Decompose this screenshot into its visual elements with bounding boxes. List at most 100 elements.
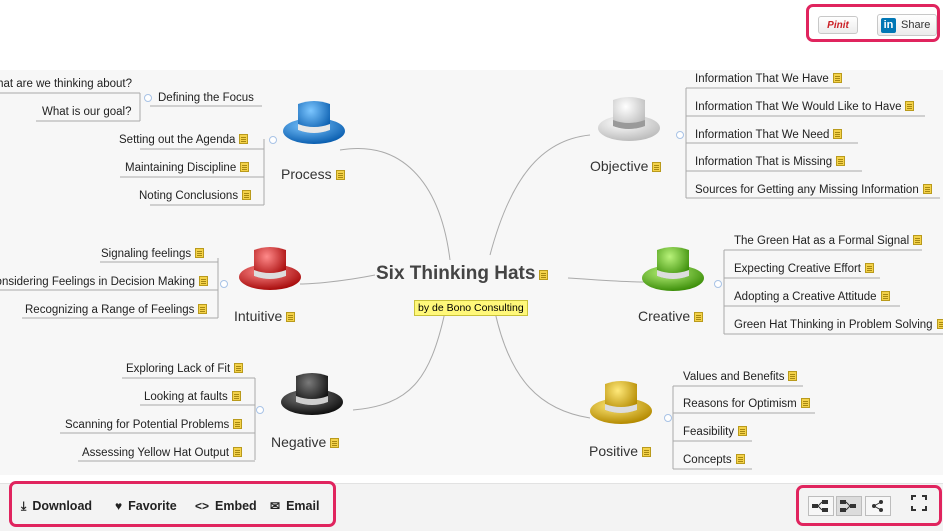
linkedin-share-label: Share xyxy=(901,19,931,31)
leaf-text: Information That is Missing xyxy=(695,156,833,168)
note-icon[interactable] xyxy=(836,156,846,166)
note-icon[interactable] xyxy=(240,162,250,172)
leaf-concepts[interactable]: Concepts xyxy=(683,453,745,467)
leaf-defining-focus[interactable]: Defining the Focus xyxy=(158,91,254,105)
note-icon[interactable] xyxy=(800,398,810,408)
leaf-what-goal[interactable]: What is our goal? xyxy=(42,105,132,119)
branch-objective[interactable]: Objective xyxy=(590,158,662,174)
embed-button[interactable]: <> Embed xyxy=(195,499,257,513)
central-topic[interactable]: Six Thinking Hats xyxy=(376,263,549,285)
leaf-text: Information That We Need xyxy=(695,129,830,141)
branch-label: Process xyxy=(281,166,332,182)
branch-negative[interactable]: Negative xyxy=(271,434,340,450)
note-icon[interactable] xyxy=(694,312,704,322)
note-icon[interactable] xyxy=(880,291,890,301)
favorite-label: Favorite xyxy=(128,499,177,513)
leaf-what-thinking[interactable]: What are we thinking about? xyxy=(0,77,132,91)
leaf-agenda[interactable]: Setting out the Agenda xyxy=(119,133,249,147)
leaf-recognizing[interactable]: Recognizing a Range of Feelings xyxy=(25,303,208,317)
leaf-info-missing[interactable]: Information That is Missing xyxy=(695,155,846,169)
note-icon[interactable] xyxy=(199,276,208,286)
leaf-text: Expecting Creative Effort xyxy=(734,263,861,275)
leaf-assessing[interactable]: Assessing Yellow Hat Output xyxy=(82,446,243,460)
subtitle-label: by de Bono Consulting xyxy=(414,300,528,316)
leaf-text: Adopting a Creative Attitude xyxy=(734,291,877,303)
leaf-text: Looking at faults xyxy=(144,391,228,403)
leaf-creative-effort[interactable]: Expecting Creative Effort xyxy=(734,262,874,276)
note-icon[interactable] xyxy=(738,426,748,436)
layout-balanced-button[interactable] xyxy=(836,496,862,516)
branch-label: Positive xyxy=(589,443,639,459)
note-icon[interactable] xyxy=(233,447,243,457)
leaf-considering[interactable]: Considering Feelings in Decision Making xyxy=(0,275,208,289)
leaf-text: Feasibility xyxy=(683,426,735,438)
note-icon[interactable] xyxy=(922,184,932,194)
leaf-info-have[interactable]: Information That We Have xyxy=(695,72,842,86)
note-icon[interactable] xyxy=(330,438,340,448)
note-icon[interactable] xyxy=(913,235,923,245)
download-button[interactable]: ⤓ Download xyxy=(21,499,92,514)
leaf-signaling[interactable]: Signaling feelings xyxy=(101,247,205,261)
layout-left-button[interactable] xyxy=(808,496,834,516)
branch-intuitive[interactable]: Intuitive xyxy=(234,308,296,324)
leaf-info-sources[interactable]: Sources for Getting any Missing Informat… xyxy=(695,183,932,197)
leaf-feasibility[interactable]: Feasibility xyxy=(683,425,748,439)
leaf-text: Scanning for Potential Problems xyxy=(65,419,230,431)
pinit-button[interactable]: Pinit xyxy=(818,16,858,34)
white-hat-icon xyxy=(598,97,660,141)
leaf-text: The Green Hat as a Formal Signal xyxy=(734,235,910,247)
leaf-text: Noting Conclusions xyxy=(139,190,239,202)
leaf-conclusions[interactable]: Noting Conclusions xyxy=(139,189,252,203)
leaf-green-problem[interactable]: Green Hat Thinking in Problem Solving xyxy=(734,318,943,332)
envelope-icon: ✉ xyxy=(270,499,281,513)
note-icon[interactable] xyxy=(233,419,243,429)
fullscreen-icon[interactable] xyxy=(910,494,928,517)
note-icon[interactable] xyxy=(788,371,798,381)
leaf-creative-attitude[interactable]: Adopting a Creative Attitude xyxy=(734,290,890,304)
leaf-text: Signaling feelings xyxy=(101,248,192,260)
central-topic-title: Six Thinking Hats xyxy=(376,263,536,284)
note-icon[interactable] xyxy=(198,304,208,314)
leaf-optimism[interactable]: Reasons for Optimism xyxy=(683,397,810,411)
leaf-green-formal[interactable]: The Green Hat as a Formal Signal xyxy=(734,234,923,248)
note-icon[interactable] xyxy=(936,319,943,329)
note-icon[interactable] xyxy=(195,248,205,258)
note-icon[interactable] xyxy=(242,190,252,200)
email-button[interactable]: ✉ Email xyxy=(270,499,319,513)
note-icon[interactable] xyxy=(239,134,249,144)
download-label: Download xyxy=(32,499,93,513)
tree-left-icon xyxy=(812,500,828,512)
note-icon[interactable] xyxy=(286,312,296,322)
note-icon[interactable] xyxy=(905,101,915,111)
branch-positive[interactable]: Positive xyxy=(589,443,652,459)
green-hat-icon xyxy=(642,247,704,291)
note-icon[interactable] xyxy=(539,270,549,280)
note-icon[interactable] xyxy=(735,454,745,464)
note-icon[interactable] xyxy=(642,447,652,457)
red-hat-icon xyxy=(239,247,301,290)
leaf-scanning[interactable]: Scanning for Potential Problems xyxy=(65,418,243,432)
branch-label: Negative xyxy=(271,434,327,450)
layout-right-button[interactable] xyxy=(865,496,891,516)
leaf-values[interactable]: Values and Benefits xyxy=(683,370,798,384)
leaf-text: Information That We Would Like to Have xyxy=(695,101,902,113)
linkedin-share-button[interactable]: in Share xyxy=(877,14,937,36)
note-icon[interactable] xyxy=(234,363,244,373)
note-icon[interactable] xyxy=(652,162,662,172)
leaf-lack-of-fit[interactable]: Exploring Lack of Fit xyxy=(126,362,244,376)
leaf-faults[interactable]: Looking at faults xyxy=(144,390,241,404)
blue-hat-icon xyxy=(283,101,345,144)
leaf-info-like[interactable]: Information That We Would Like to Have xyxy=(695,100,915,114)
note-icon[interactable] xyxy=(865,263,874,273)
leaf-discipline[interactable]: Maintaining Discipline xyxy=(125,161,250,175)
code-icon: <> xyxy=(195,499,210,513)
note-icon[interactable] xyxy=(833,129,843,139)
black-hat-icon xyxy=(281,373,343,415)
note-icon[interactable] xyxy=(832,73,842,83)
branch-creative[interactable]: Creative xyxy=(638,308,704,324)
leaf-info-need[interactable]: Information That We Need xyxy=(695,128,843,142)
branch-process[interactable]: Process xyxy=(281,166,345,182)
note-icon[interactable] xyxy=(335,170,345,180)
note-icon[interactable] xyxy=(231,391,241,401)
favorite-button[interactable]: ♥ Favorite xyxy=(115,499,177,513)
